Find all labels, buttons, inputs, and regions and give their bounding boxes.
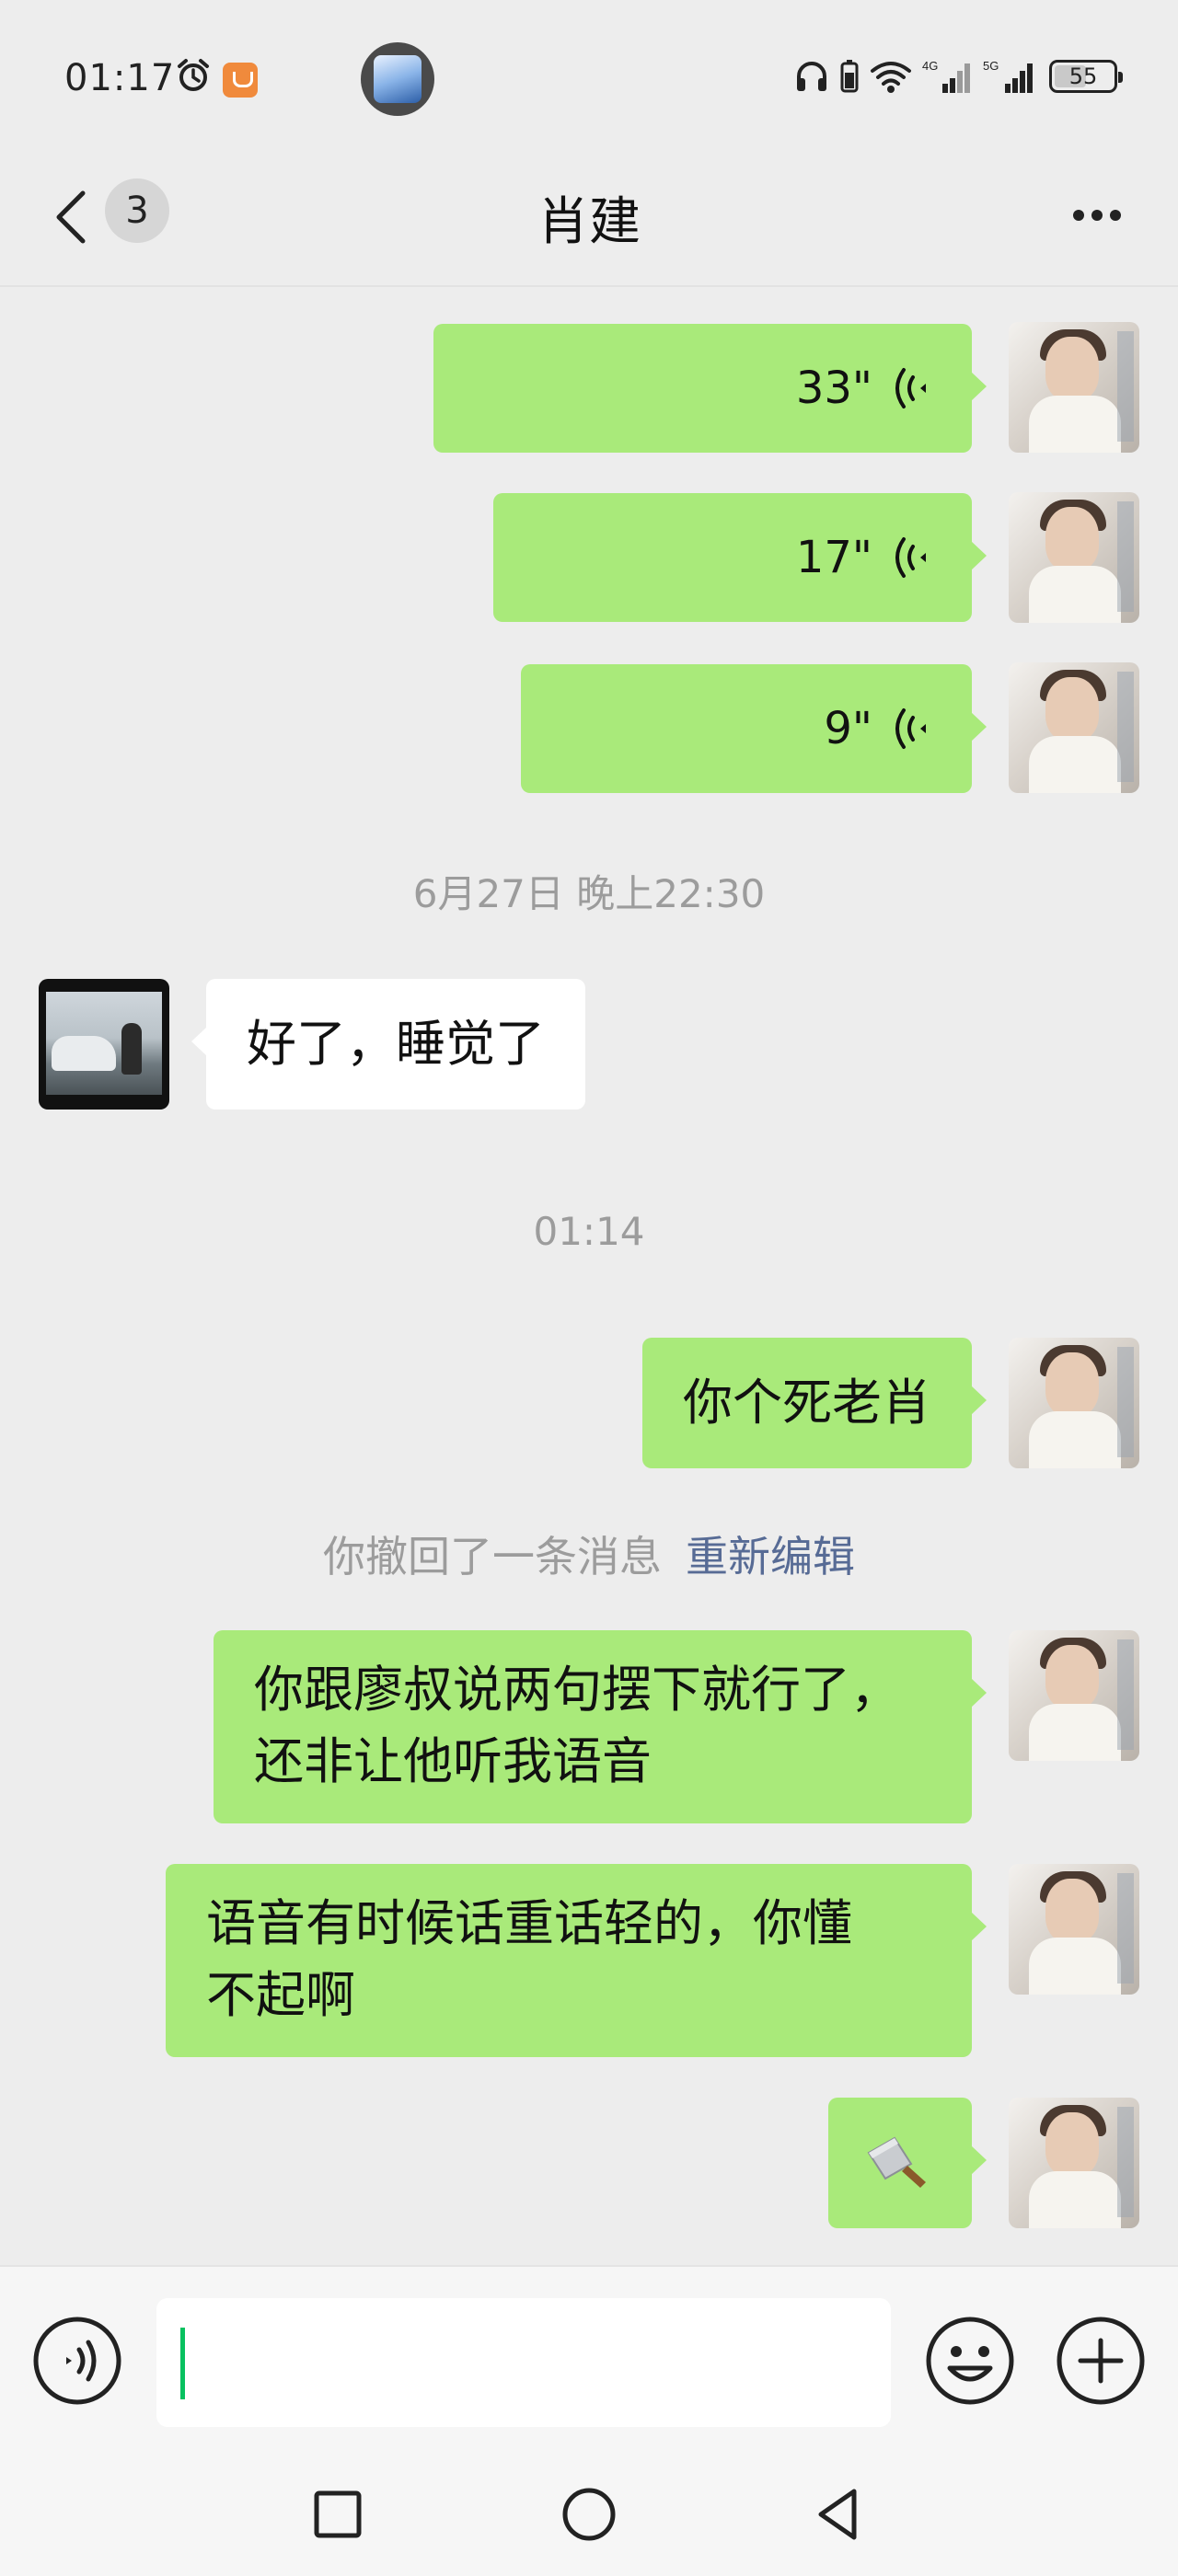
friend-text-message[interactable]: 好了，睡觉了 <box>191 979 585 1110</box>
input-bar <box>0 2265 1178 2456</box>
emoji-message[interactable] <box>828 2098 987 2228</box>
app-badge-icon <box>223 63 258 98</box>
status-icons: 4G 5G 55 <box>793 55 1123 98</box>
my-avatar[interactable] <box>1009 492 1139 623</box>
battery-small-icon <box>840 60 859 93</box>
voice-input-icon[interactable] <box>31 2315 123 2407</box>
my-avatar[interactable] <box>1009 662 1139 793</box>
svg-text:4G: 4G <box>922 59 938 73</box>
headphones-icon <box>797 62 826 91</box>
svg-text:5G: 5G <box>983 59 999 73</box>
voice-message[interactable]: 17" <box>493 493 987 622</box>
floating-avatar-image <box>374 55 422 103</box>
recall-text: 你撤回了一条消息 <box>323 1532 662 1581</box>
voice-duration: 9" <box>824 703 872 754</box>
voice-duration: 17" <box>795 532 872 583</box>
my-avatar[interactable] <box>1009 322 1139 453</box>
signal-4g-icon: 4G <box>922 59 970 93</box>
my-avatar[interactable] <box>1009 1338 1139 1468</box>
chat-title: 肖建 <box>537 192 641 252</box>
text-cursor <box>180 2328 185 2399</box>
message-line: 你跟廖叔说两句摆下就行了， <box>254 1661 900 1719</box>
wifi-icon <box>871 62 911 93</box>
voice-wave-icon <box>895 537 926 578</box>
message-timestamp: 6月27日 晚上22:30 <box>412 871 766 916</box>
my-text-message[interactable]: 你跟廖叔说两句摆下就行了， 还非让他听我语音 <box>214 1630 987 1823</box>
re-edit-link[interactable]: 重新编辑 <box>686 1532 855 1581</box>
emoji-icon[interactable] <box>924 2315 1016 2407</box>
floating-avatar[interactable] <box>361 42 434 116</box>
battery-level: 55 <box>1068 63 1098 89</box>
recents-square-icon[interactable] <box>306 2482 370 2547</box>
voice-duration: 33" <box>795 362 872 414</box>
voice-wave-icon <box>895 368 926 408</box>
plus-icon[interactable] <box>1055 2315 1147 2407</box>
my-avatar[interactable] <box>1009 1630 1139 1761</box>
alarm-icon <box>178 59 209 91</box>
message-line: 不起啊 <box>206 1966 355 2024</box>
chat-header: 3 肖建 <box>0 147 1178 287</box>
battery-icon: 55 <box>1049 60 1123 93</box>
cleaver-knife-icon <box>867 2136 926 2188</box>
signal-5g-icon: 5G <box>983 59 1033 93</box>
status-time: 01:17 <box>64 57 176 99</box>
message-timestamp: 01:14 <box>533 1209 645 1254</box>
message-list[interactable]: 33" 17" 9" 6月27日 晚上22:30 好了，睡觉了 01:14 你个… <box>0 287 1178 2265</box>
my-avatar[interactable] <box>1009 2098 1139 2228</box>
voice-wave-icon <box>895 708 926 749</box>
home-circle-icon[interactable] <box>557 2482 621 2547</box>
more-dots-icon[interactable] <box>1060 188 1134 243</box>
voice-message[interactable]: 33" <box>433 324 987 453</box>
message-line: 语音有时候话重话轻的，你懂 <box>206 1894 852 1952</box>
my-text-message[interactable]: 语音有时候话重话轻的，你懂 不起啊 <box>166 1864 987 2057</box>
back-triangle-icon[interactable] <box>806 2482 871 2547</box>
my-avatar[interactable] <box>1009 1864 1139 1995</box>
message-line: 还非让他听我语音 <box>254 1732 652 1790</box>
recall-notice: 你撤回了一条消息 重新编辑 <box>0 1524 1178 1584</box>
system-navigation-bar <box>0 2456 1178 2576</box>
status-bar: 01:17 4G 5G 55 <box>0 0 1178 147</box>
my-text-message[interactable]: 你个死老肖 <box>642 1338 987 1468</box>
message-input[interactable] <box>156 2298 891 2427</box>
friend-avatar[interactable] <box>39 979 169 1110</box>
voice-message[interactable]: 9" <box>521 664 987 793</box>
